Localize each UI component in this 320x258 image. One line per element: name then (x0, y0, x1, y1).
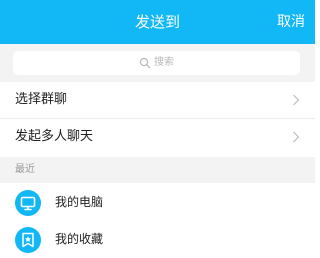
cancel-button[interactable]: 取消 (277, 12, 305, 32)
my-computer-label: 我的电脑 (55, 195, 104, 209)
my-favorites-label: 我的收藏 (55, 232, 104, 246)
computer-icon (15, 190, 41, 216)
recent-item-my-computer[interactable]: 我的电脑 (0, 185, 315, 220)
search-icon (139, 57, 151, 69)
favorites-star-icon (15, 227, 41, 253)
recent-section-header: 最近 (0, 157, 315, 183)
search-input[interactable]: 搜索 (13, 51, 300, 75)
chevron-right-icon (293, 131, 300, 143)
select-group-chat-label: 选择群聊 (15, 92, 68, 107)
send-to-screen: 发送到 取消 搜索 选择群聊 发起多人聊天 最近 我的电脑 我的收藏 (0, 0, 315, 258)
select-group-chat-item[interactable]: 选择群聊 (0, 82, 315, 118)
start-multi-chat-label: 发起多人聊天 (15, 129, 94, 144)
search-placeholder: 搜索 (154, 57, 174, 68)
chevron-right-icon (293, 94, 300, 106)
recent-section-label: 最近 (15, 164, 35, 175)
search-bar: 搜索 (0, 44, 315, 82)
title-bar: 发送到 取消 (0, 0, 315, 44)
start-multi-chat-item[interactable]: 发起多人聊天 (0, 119, 315, 155)
recent-item-my-favorites[interactable]: 我的收藏 (0, 222, 315, 257)
page-title: 发送到 (134, 13, 180, 31)
